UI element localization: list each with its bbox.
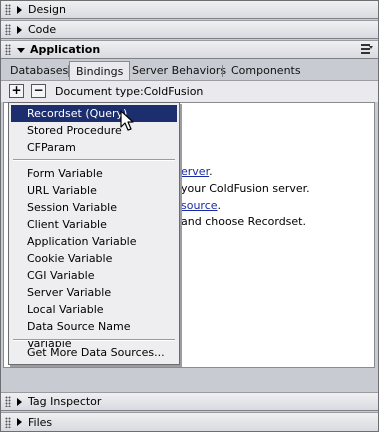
panel-header-tag-inspector[interactable]: Tag Inspector [0, 392, 379, 411]
tab-separator [222, 65, 223, 77]
panel-title-application: Application [30, 43, 101, 56]
content-line-4: and choose Recordset. [181, 215, 306, 228]
menu-item-recordset-query[interactable]: Recordset (Query) [11, 105, 177, 122]
content-link-server[interactable]: erver [181, 165, 209, 178]
panel-header-files[interactable]: Files [0, 412, 379, 432]
panel-header-code[interactable]: Code [0, 20, 379, 39]
menu-item-session-variable[interactable]: Session Variable [11, 199, 177, 216]
menu-item-data-source-name-variable[interactable]: Data Source Name Variable [11, 318, 177, 350]
menu-separator [13, 339, 175, 341]
panel-title-design: Design [28, 3, 66, 16]
content-line-2: your ColdFusion server. [181, 182, 310, 195]
tab-bindings[interactable]: Bindings [69, 61, 131, 80]
menu-item-cfparam[interactable]: CFParam [11, 139, 177, 156]
menu-separator [13, 159, 175, 161]
menu-item-application-variable[interactable]: Application Variable [11, 233, 177, 250]
document-type-label: Document type:ColdFusion [55, 85, 204, 98]
expand-arrow-icon [17, 25, 22, 34]
menu-item-stored-procedure[interactable]: Stored Procedure [11, 122, 177, 139]
content-text: . [209, 165, 213, 178]
tab-strip: Databases Bindings Server Behaviors Comp… [0, 61, 379, 80]
tab-server-behaviors[interactable]: Server Behaviors [126, 62, 232, 80]
add-binding-menu: Recordset (Query) Stored Procedure CFPar… [8, 102, 180, 365]
panel-bottom-area [0, 368, 379, 390]
content-text: . [217, 199, 222, 212]
content-line-1: erver. [181, 165, 213, 178]
menu-item-cgi-variable[interactable]: CGI Variable [11, 267, 177, 284]
menu-item-get-more-data-sources[interactable]: Get More Data Sources... [11, 344, 177, 361]
grip-icon[interactable] [5, 396, 11, 407]
menu-item-url-variable[interactable]: URL Variable [11, 182, 177, 199]
panel-header-design[interactable]: Design [0, 0, 379, 19]
grip-icon[interactable] [5, 44, 11, 55]
expand-arrow-icon [17, 418, 22, 426]
content-line-3: source. [181, 199, 221, 212]
panel-title-code: Code [28, 23, 57, 36]
grip-icon[interactable] [5, 24, 11, 35]
tab-components[interactable]: Components [225, 62, 307, 80]
panel-header-application[interactable]: Application [0, 40, 379, 59]
bindings-toolbar: + − Document type:ColdFusion [0, 80, 379, 102]
menu-item-local-variable[interactable]: Local Variable [11, 301, 177, 318]
menu-item-server-variable[interactable]: Server Variable [11, 284, 177, 301]
panel-title-files: Files [28, 415, 53, 429]
content-link-source[interactable]: source [181, 199, 218, 212]
mouse-pointer-icon [120, 110, 134, 131]
menu-item-form-variable[interactable]: Form Variable [11, 165, 177, 182]
grip-icon[interactable] [5, 4, 11, 15]
expand-arrow-icon [17, 5, 22, 14]
panel-title-tag-inspector: Tag Inspector [28, 395, 102, 408]
menu-item-client-variable[interactable]: Client Variable [11, 216, 177, 233]
add-binding-button[interactable]: + [9, 84, 24, 98]
panel-options-icon[interactable] [361, 44, 373, 55]
grip-icon[interactable] [5, 416, 11, 428]
collapse-arrow-icon [17, 47, 25, 53]
expand-arrow-icon [17, 397, 22, 406]
menu-item-cookie-variable[interactable]: Cookie Variable [11, 250, 177, 267]
remove-binding-button[interactable]: − [31, 84, 46, 98]
tab-databases[interactable]: Databases [4, 62, 74, 80]
